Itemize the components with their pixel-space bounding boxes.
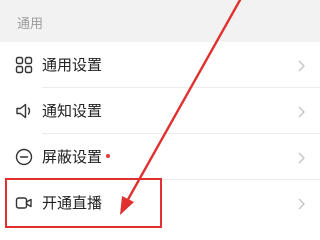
settings-item-general[interactable]: 通用设置 bbox=[0, 42, 320, 88]
settings-item-label: 屏蔽设置 bbox=[42, 148, 103, 166]
settings-item-live[interactable]: 开通直播 bbox=[0, 180, 320, 226]
settings-item-label: 通知设置 bbox=[42, 102, 103, 120]
chevron-right-icon bbox=[296, 150, 306, 164]
minus-circle-icon bbox=[15, 148, 33, 166]
notification-dot bbox=[106, 154, 110, 158]
chevron-right-icon bbox=[296, 104, 306, 118]
section-header: 通用 bbox=[0, 0, 320, 42]
grid-icon bbox=[15, 56, 33, 74]
settings-item-block[interactable]: 屏蔽设置 bbox=[0, 134, 320, 180]
section-title: 通用 bbox=[17, 17, 44, 32]
settings-item-notifications[interactable]: 通知设置 bbox=[0, 88, 320, 134]
settings-item-label: 开通直播 bbox=[42, 194, 103, 212]
chevron-right-icon bbox=[296, 58, 306, 72]
settings-list: 通用设置 通知设置 屏蔽设置 开通直播 bbox=[0, 42, 320, 240]
settings-item-label: 通用设置 bbox=[42, 56, 103, 74]
speaker-icon bbox=[15, 102, 33, 120]
chevron-right-icon bbox=[296, 196, 306, 210]
video-camera-icon bbox=[15, 194, 33, 212]
